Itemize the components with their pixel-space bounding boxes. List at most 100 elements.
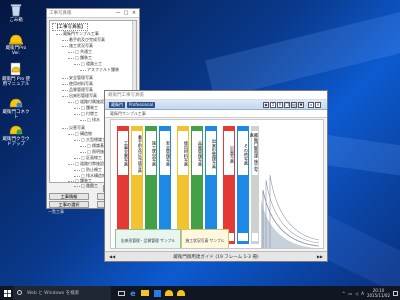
binder-label: 出来形管理写真 [206,131,217,175]
binder-label: 工事全景写真 [118,131,129,175]
binder-label: その他写真 [238,131,249,175]
main-toolbar: 蔵衛門 Professional ◉ ↕ ⚲ ❐ ▤ ✱ ▫ × [105,100,327,110]
tree-item[interactable]: 安全管理写真 [62,75,93,80]
windows-start-icon[interactable] [2,288,12,298]
tree-item[interactable]: □ 防止柵工 [74,167,102,172]
photo-binder[interactable]: 使用材料写真 [177,126,189,244]
desktop-icon-label: 蔵衛門クラウドアップ [2,137,30,147]
photo-album-window: 蔵衛門工事写真帳 蔵衛門 Professional ◉ ↕ ⚲ ❐ ▤ ✱ ▫ … [104,90,328,262]
print-icon[interactable]: ▤ [291,102,297,108]
minimize-button[interactable]: — [115,10,121,16]
photo-binder[interactable]: 出来形管理写真 [205,126,217,244]
volume-icon[interactable]: ◁ [355,291,358,296]
desktop-icon-cloud-up[interactable]: 蔵衛門クラウドアップ [2,124,30,147]
binder-label: 施工状況写真 [146,131,157,175]
photo-binder[interactable]: 安全管理写真 [159,126,171,244]
tree-item[interactable]: アスファルト舗装 [80,67,119,72]
close-button[interactable]: × [131,10,137,16]
photo-binder[interactable]: 蔵衛門御用達 施工写真 [250,126,259,244]
tree-item[interactable]: □ 区画線工 [74,155,102,160]
pointer-icon[interactable]: ↕ [270,102,276,108]
copy-icon[interactable]: ❐ [284,102,290,108]
file-explorer-icon[interactable] [140,288,150,298]
tree-status-text: 一覧工事 [48,209,64,214]
album-cover-caption: 出来形管理・品質管理 サンプル [120,238,176,243]
album-footer-title: 蔵衛門御用達ガイド (19 フレーム 1-3 冊) [173,255,259,260]
maximize-button[interactable]: □ [123,10,129,16]
photo-binder[interactable]: その他写真 [237,126,249,244]
album-cover-right[interactable]: 施工状況写真 サンプル [181,229,229,248]
tree-item[interactable]: □ 排水 [80,117,100,122]
tree-item[interactable]: □ 路盤工 [74,183,98,188]
desktop-icon-label: ごみ箱 [9,18,23,23]
kuraemon-taskbar-icon[interactable] [164,288,174,298]
binder-shelf: 工事全景写真 着手前及び完成写真 施工状況写真 安全管理写真 使用材料写真 品質管理写真出… [110,119,324,249]
photo-binder[interactable]: 施工状況写真 [145,126,157,244]
clock[interactable]: 20:10 2015/11/02 [367,288,390,298]
tree-item[interactable]: 品質管理写真 [62,87,93,92]
system-tray: ^ ▭ ◁ A 20:10 2015/11/02 [342,287,398,299]
photo-binder[interactable]: 工事全景写真 [117,126,129,244]
task-view-icon[interactable] [116,288,126,298]
photo-binder[interactable]: 着手前及び完成写真 [131,126,143,244]
desktop-icon-kuraemon[interactable]: 蔵衛門Pro Ver. [2,33,30,56]
chevron-up-icon[interactable]: ^ [342,291,345,296]
settings-icon[interactable]: ✱ [298,102,304,108]
zoom-icon[interactable]: ⚲ [277,102,283,108]
desktop-icon-label: 蔵衛門 Pro 使用マニュアル [2,77,30,87]
desktop-icon-manual[interactable]: 蔵衛門 Pro 使用マニュアル [2,62,30,87]
tree-item[interactable]: □ 道路付属施設工 [68,99,108,104]
tree-item[interactable]: 出来形管理写真 [62,93,97,98]
tree-item[interactable]: □ 共通工 [68,49,92,54]
tree-item[interactable]: 着手前及び完成写真 [62,37,105,42]
main-window-titlebar[interactable]: 蔵衛門工事写真帳 [105,91,327,100]
kuraemon-connect-icon [9,98,23,108]
taskbar-search-input[interactable]: Web と Windows を検索 [13,286,111,300]
tree-root[interactable]: 【工事写真帳】 [52,23,88,31]
network-icon[interactable]: ▭ [348,291,352,296]
store-icon[interactable] [152,288,162,298]
taskbar: Web と Windows を検索 e ^ ▭ ◁ A 20:10 2015/1… [0,286,400,300]
notification-icon[interactable] [393,290,398,296]
kuraemon-helmet-icon [9,34,23,45]
select-construction-button[interactable]: 工事の選択 [49,201,89,208]
tree-item[interactable]: □ 付帯工 [74,111,98,116]
photo-binder[interactable]: 災害写真 [223,126,235,244]
window-close-icon[interactable]: × [315,102,321,108]
manual-helmet-icon [10,62,21,76]
binder-label: 着手前及び完成写真 [132,131,143,175]
album-cover-left[interactable]: 出来形管理・品質管理 サンプル [115,229,181,248]
desktop-icon-label: 蔵衛門Pro Ver. [5,46,27,56]
tree-item[interactable]: 災害写真 [62,125,85,130]
binder-foot-label [238,233,248,241]
ime-indicator[interactable]: A [361,291,364,296]
kuraemon-taskbar-icon-2[interactable] [176,288,186,298]
view-icon[interactable]: ◉ [263,102,269,108]
binder-foot-label [252,233,258,241]
binder-label: 使用材料写真 [178,131,189,175]
window-restore-icon[interactable]: ▫ [308,102,314,108]
clock-date: 2015/11/02 [366,293,390,298]
desktop-icon-connect[interactable]: 蔵衛門コネクト [2,97,30,120]
page-stack-curve [261,174,320,248]
info-bar: 蔵衛門サンプル工事 [105,110,327,118]
tree-window-titlebar[interactable]: 工事写真帳 — □ × [47,9,139,18]
tree-item[interactable]: □ 構造物 [68,131,92,136]
photo-binder[interactable]: 品質管理写真 [191,126,203,244]
tree-item[interactable]: 使用材料写真 [62,81,93,86]
binder-label: 蔵衛門御用達 施工写真 [250,131,259,175]
next-page-button[interactable]: ▶▶ [317,254,323,259]
tree-item[interactable]: □ 舗装工 [68,55,92,60]
tree-item[interactable]: □ 道路付帯施設工 [68,161,108,166]
tree-item[interactable]: 施工状況写真 [62,43,93,48]
tree-item[interactable]: □ 舗装工 [74,105,98,110]
tree-item[interactable]: 蔵衛門サンプル工事 [56,31,99,36]
tree-item[interactable]: □ 道路土工 [74,61,102,66]
cloud-up-icon [9,125,23,135]
desktop-icon-recycle-bin[interactable]: ごみ箱 [2,3,30,23]
construction-info-button[interactable]: 工事情報 [49,193,89,200]
tree-item[interactable]: □ 大型標識工 [74,137,106,142]
recycle-bin-icon [10,4,22,17]
binder-label: 災害写真 [224,131,235,175]
edge-browser-icon[interactable]: e [128,288,138,298]
